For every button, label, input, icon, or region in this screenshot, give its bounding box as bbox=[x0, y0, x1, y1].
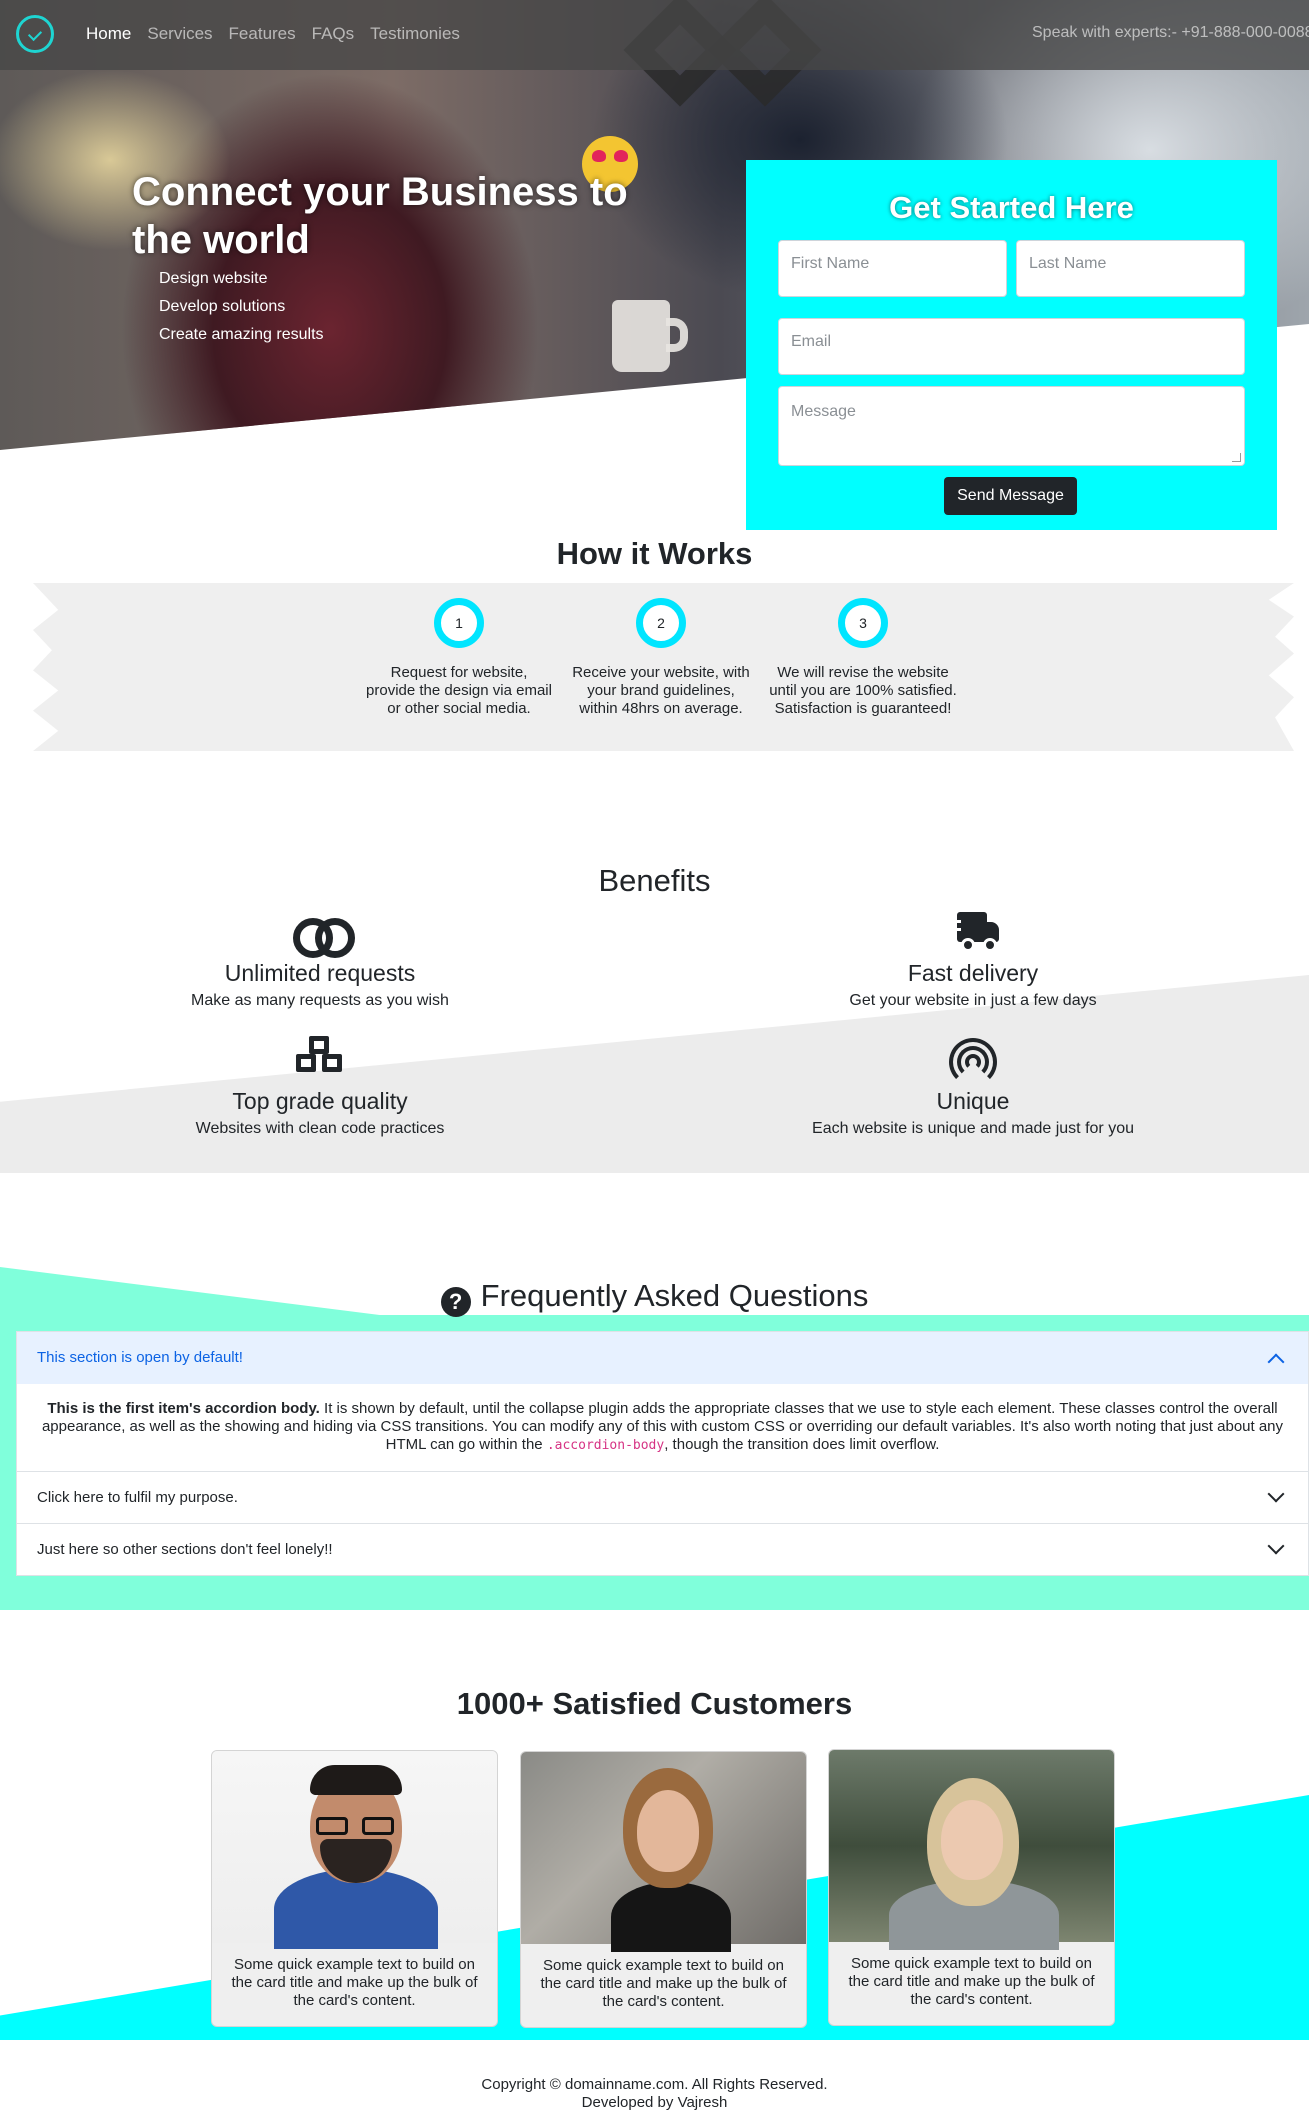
faq-accordion: This section is open by default! This is… bbox=[16, 1331, 1309, 1576]
card-text: Some quick example text to build on the … bbox=[848, 1955, 1095, 2008]
customers-title: 1000+ Satisfied Customers bbox=[456, 1686, 853, 1721]
customer-photo bbox=[521, 1752, 806, 1952]
message-textarea[interactable]: Message bbox=[778, 386, 1245, 466]
chevron-up-icon bbox=[1267, 1353, 1285, 1371]
infinity-icon bbox=[290, 908, 355, 958]
benefit-title: Fast delivery bbox=[907, 960, 1039, 986]
benefit-title: Unlimited requests bbox=[224, 960, 416, 986]
step-number: 3 bbox=[838, 598, 888, 648]
hero-bullet-list: Design website Develop solutions Create … bbox=[159, 270, 324, 354]
hero-bullet: Design website bbox=[159, 270, 268, 287]
accordion-header-label: This section is open by default! bbox=[37, 1349, 243, 1366]
benefit-title: Top grade quality bbox=[232, 1088, 408, 1114]
step-item: 1 Request for website, provide the desig… bbox=[364, 598, 554, 718]
testimonial-card: Some quick example text to build on the … bbox=[520, 1751, 807, 2028]
hero-title: Connect your Business to the world bbox=[132, 170, 628, 262]
nav-link-features[interactable]: Features bbox=[229, 24, 296, 44]
brand-logo-icon[interactable] bbox=[16, 15, 54, 53]
benefit-item: Fast delivery Get your website in just a… bbox=[693, 908, 1253, 1010]
step-item: 3 We will revise the website until you a… bbox=[768, 598, 958, 718]
developer-credit: Developed by Vajresh bbox=[581, 2094, 728, 2111]
nav-link-home[interactable]: Home bbox=[86, 24, 131, 44]
email-input[interactable]: Email bbox=[778, 318, 1245, 375]
testimonial-card: Some quick example text to build on the … bbox=[828, 1749, 1115, 2026]
chevron-down-icon bbox=[1267, 1537, 1285, 1555]
navbar: Home Services Features FAQs Testimonies … bbox=[0, 0, 1309, 70]
form-title: Get Started Here bbox=[889, 190, 1134, 225]
accordion-header-label: Click here to fulfil my purpose. bbox=[37, 1489, 238, 1506]
step-text: Request for website, provide the design … bbox=[366, 664, 552, 717]
question-circle-icon: ? bbox=[440, 1287, 471, 1317]
footer: Copyright © domainname.com. All Rights R… bbox=[0, 2076, 1309, 2112]
accordion-header-label: Just here so other sections don't feel l… bbox=[37, 1541, 333, 1558]
truck-fast-icon bbox=[943, 908, 1003, 958]
customer-photo bbox=[829, 1750, 1114, 1950]
testimonial-card: Some quick example text to build on the … bbox=[211, 1750, 498, 2027]
benefit-text: Each website is unique and made just for… bbox=[812, 1120, 1134, 1137]
cubes-icon bbox=[290, 1036, 350, 1086]
copyright-text: Copyright © domainname.com. All Rights R… bbox=[481, 2076, 828, 2093]
nav-link-faqs[interactable]: FAQs bbox=[312, 24, 355, 44]
step-item: 2 Receive your website, with your brand … bbox=[566, 598, 756, 718]
accordion-body: This is the first item's accordion body.… bbox=[17, 1384, 1308, 1471]
step-text: We will revise the website until you are… bbox=[769, 664, 957, 717]
accordion-body-tail: , though the transition does limit overf… bbox=[664, 1436, 940, 1453]
benefit-item: Unlimited requests Make as many requests… bbox=[40, 908, 600, 1010]
accordion-header[interactable]: Just here so other sections don't feel l… bbox=[17, 1523, 1308, 1575]
first-name-input[interactable]: First Name bbox=[778, 240, 1007, 297]
customer-photo bbox=[212, 1751, 497, 1949]
accordion-body-strong: This is the first item's accordion body. bbox=[47, 1400, 320, 1417]
nav-phone-text: Speak with experts:- +91-888-000-0088 bbox=[1032, 24, 1309, 41]
benefit-text: Websites with clean code practices bbox=[195, 1120, 445, 1137]
step-text: Receive your website, with your brand gu… bbox=[572, 664, 750, 717]
last-name-input[interactable]: Last Name bbox=[1016, 240, 1245, 297]
step-number: 1 bbox=[434, 598, 484, 648]
faq-title-text: Frequently Asked Questions bbox=[480, 1278, 869, 1313]
accordion-header[interactable]: This section is open by default! bbox=[17, 1332, 1308, 1384]
hero-bullet: Develop solutions bbox=[159, 298, 286, 315]
chevron-down-icon bbox=[1267, 1485, 1285, 1503]
benefits-title: Benefits bbox=[598, 863, 711, 898]
benefit-title: Unique bbox=[936, 1088, 1010, 1114]
accordion-body-code: .accordion-body bbox=[546, 1438, 665, 1453]
accordion-header[interactable]: Click here to fulfil my purpose. bbox=[17, 1471, 1308, 1523]
fingerprint-icon bbox=[943, 1036, 1003, 1086]
benefit-item: Unique Each website is unique and made j… bbox=[693, 1036, 1253, 1138]
benefit-text: Make as many requests as you wish bbox=[191, 992, 449, 1009]
contact-form-card: Get Started Here First Name Last Name Em… bbox=[746, 160, 1277, 530]
card-text: Some quick example text to build on the … bbox=[540, 1957, 787, 2010]
hero-bullet: Create amazing results bbox=[159, 326, 324, 343]
mug-handle bbox=[666, 318, 688, 352]
nav-link-services[interactable]: Services bbox=[147, 24, 212, 44]
nav-link-testimonies[interactable]: Testimonies bbox=[370, 24, 460, 44]
how-it-works-title: How it Works bbox=[556, 536, 753, 571]
benefit-item: Top grade quality Websites with clean co… bbox=[40, 1036, 600, 1138]
card-text: Some quick example text to build on the … bbox=[231, 1956, 478, 2009]
faq-title: ? Frequently Asked Questions bbox=[0, 1278, 1309, 1317]
benefit-text: Get your website in just a few days bbox=[849, 992, 1097, 1009]
send-message-button[interactable]: Send Message bbox=[944, 477, 1077, 515]
nav-links: Home Services Features FAQs Testimonies bbox=[86, 24, 460, 44]
mug-image bbox=[612, 300, 670, 372]
step-number: 2 bbox=[636, 598, 686, 648]
